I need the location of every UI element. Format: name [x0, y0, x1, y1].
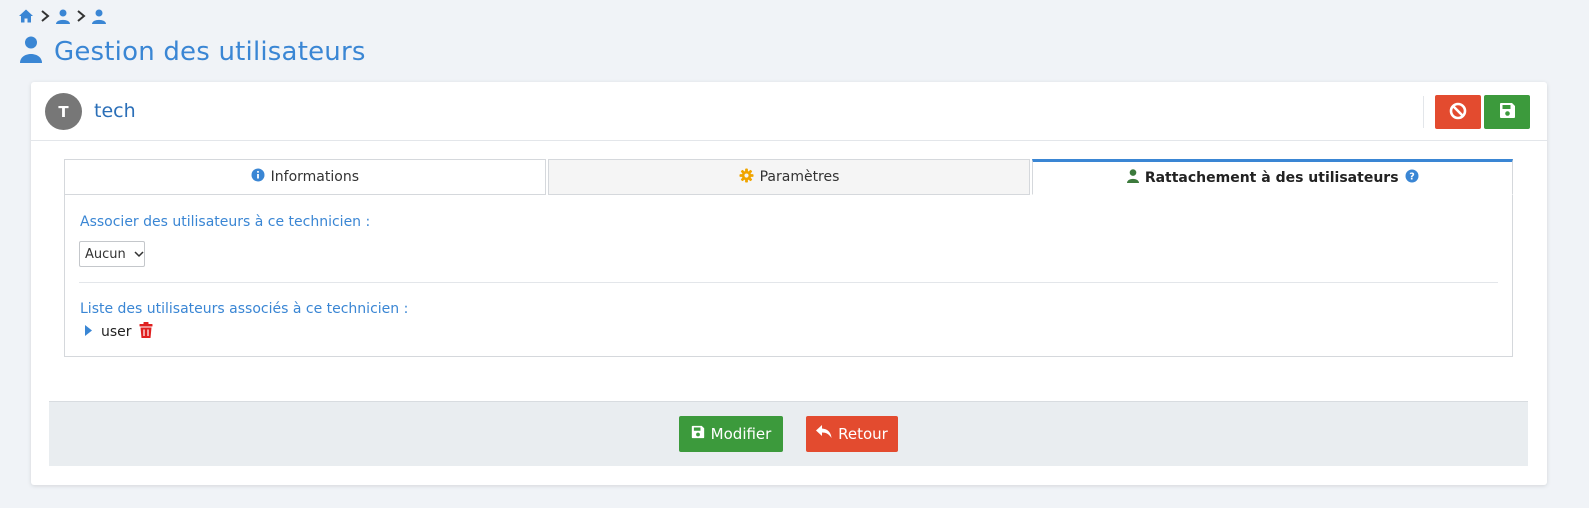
- avatar: T: [45, 93, 82, 130]
- tab-rattachement[interactable]: Rattachement à des utilisateurs ?: [1032, 159, 1514, 195]
- associated-user-name: user: [101, 324, 132, 340]
- user-icon[interactable]: [92, 9, 106, 24]
- chevron-down-icon: [134, 247, 144, 262]
- breadcrumb: [18, 8, 106, 24]
- svg-text:?: ?: [1409, 172, 1415, 183]
- user-icon: [20, 36, 42, 67]
- floppy-disk-icon: [691, 425, 705, 443]
- page-header: Gestion des utilisateurs: [20, 36, 366, 67]
- associate-users-label: Associer des utilisateurs à ce technicie…: [80, 214, 371, 230]
- reply-icon: [816, 425, 832, 443]
- tab-parametres[interactable]: Paramètres: [547, 159, 1031, 195]
- header-divider: [1423, 96, 1424, 128]
- home-icon[interactable]: [18, 8, 34, 24]
- modify-button[interactable]: Modifier: [679, 416, 783, 452]
- back-button-label: Retour: [838, 425, 888, 443]
- tabs-container: Informations Paramètres Rattachement à d…: [64, 159, 1514, 357]
- trash-icon[interactable]: [139, 322, 153, 342]
- ban-icon: [1449, 102, 1467, 123]
- tab-label: Rattachement à des utilisateurs: [1144, 170, 1399, 186]
- list-item: user: [85, 322, 153, 342]
- back-button[interactable]: Retour: [806, 416, 898, 452]
- question-circle-icon[interactable]: ?: [1405, 169, 1419, 187]
- associate-users-select[interactable]: Aucun: [79, 241, 145, 267]
- tab-informations[interactable]: Informations: [64, 159, 546, 195]
- save-button[interactable]: [1484, 95, 1530, 129]
- select-value: Aucun: [85, 246, 126, 262]
- record-name: tech: [94, 100, 136, 122]
- chevron-right-icon: [40, 10, 50, 22]
- info-circle-icon: [251, 168, 265, 186]
- tab-label: Paramètres: [759, 169, 840, 185]
- caret-right-icon: [85, 324, 92, 340]
- floppy-disk-icon: [1499, 102, 1516, 122]
- page-title: Gestion des utilisateurs: [54, 36, 366, 67]
- card-footer: Modifier Retour: [49, 401, 1528, 466]
- card-header: T tech: [31, 82, 1547, 141]
- gear-icon: [739, 167, 754, 187]
- tab-bar: Informations Paramètres Rattachement à d…: [64, 159, 1514, 195]
- panel-divider: [79, 282, 1498, 283]
- tab-panel-rattachement: Associer des utilisateurs à ce technicie…: [64, 195, 1513, 357]
- associated-users-list-label: Liste des utilisateurs associés à ce tec…: [80, 301, 409, 317]
- modify-button-label: Modifier: [710, 425, 772, 443]
- user-icon[interactable]: [56, 9, 70, 24]
- chevron-right-icon: [76, 10, 86, 22]
- user-edit-card: T tech Informations Paramètres Rattachem…: [31, 82, 1547, 485]
- tab-label: Informations: [270, 169, 359, 185]
- cancel-button[interactable]: [1435, 95, 1481, 129]
- user-icon: [1126, 169, 1139, 187]
